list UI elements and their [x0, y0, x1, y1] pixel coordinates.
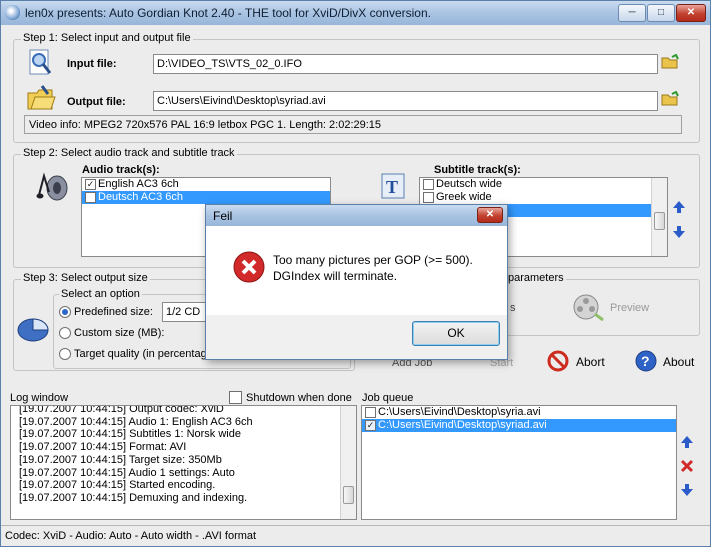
- dialog-close-button[interactable]: ✕: [477, 207, 503, 223]
- svg-text:T: T: [386, 177, 398, 197]
- list-item[interactable]: ✓ C:\Users\Eivind\Desktop\syriad.avi: [362, 419, 676, 432]
- log-list[interactable]: [19.07.2007 10:44:15] Output codec: XviD…: [10, 405, 357, 520]
- log-line: [19.07.2007 10:44:15] Audio 1 settings: …: [19, 466, 235, 479]
- checkbox[interactable]: ✓: [365, 420, 376, 431]
- log-line: [19.07.2007 10:44:15] Audio 1: English A…: [19, 415, 253, 428]
- input-file-field[interactable]: D:\VIDEO_TS\VTS_02_0.IFO: [153, 54, 658, 74]
- output-file-label: Output file:: [67, 96, 126, 108]
- step2-label: Step 2: Select audio track and subtitle …: [21, 147, 237, 159]
- log-line: [19.07.2007 10:44:15] Format: AVI: [19, 441, 187, 454]
- preview-button[interactable]: Preview: [610, 302, 649, 314]
- app-icon: [5, 5, 20, 20]
- settings-fragment: s: [510, 302, 516, 314]
- error-message-line2: DGIndex will terminate.: [273, 269, 398, 283]
- scroll-thumb[interactable]: [654, 212, 665, 230]
- dialog-title: Feil: [213, 209, 233, 223]
- abort-icon[interactable]: [547, 350, 569, 372]
- list-item[interactable]: ✓ English AC3 6ch: [82, 178, 330, 191]
- title-bar[interactable]: len0x presents: Auto Gordian Knot 2.40 -…: [1, 1, 710, 25]
- queue-delete-icon[interactable]: [680, 459, 694, 473]
- ok-button[interactable]: OK: [412, 321, 500, 346]
- move-up-arrow-icon[interactable]: [672, 200, 686, 214]
- input-file-icon[interactable]: [28, 49, 54, 77]
- list-item[interactable]: Greek wide: [420, 191, 667, 204]
- job-queue-list[interactable]: C:\Users\Eivind\Desktop\syria.avi ✓ C:\Us…: [361, 405, 677, 520]
- custom-size-radio[interactable]: [59, 327, 71, 339]
- target-quality-radio[interactable]: [59, 348, 71, 360]
- step3-label: Step 3: Select output size: [21, 272, 150, 284]
- maximize-button[interactable]: □: [647, 4, 675, 22]
- log-line: [19.07.2007 10:44:15] Target size: 350Mb: [19, 453, 222, 466]
- checkbox[interactable]: [423, 192, 434, 203]
- list-item[interactable]: Deutsch wide: [420, 178, 667, 191]
- svg-text:?: ?: [641, 353, 650, 369]
- status-bar: Codec: XviD - Audio: Auto - Auto width -…: [1, 525, 710, 546]
- checkbox[interactable]: [85, 192, 96, 203]
- list-item[interactable]: C:\Users\Eivind\Desktop\syria.avi: [362, 406, 676, 419]
- subtitle-tracks-label: Subtitle track(s):: [434, 164, 521, 176]
- parameters-label: parameters: [506, 272, 566, 284]
- scroll-thumb[interactable]: [343, 486, 354, 504]
- error-icon: [233, 251, 265, 283]
- status-text: Codec: XviD - Audio: Auto - Auto width -…: [5, 530, 257, 542]
- log-line: [19.07.2007 10:44:15] Started encoding.: [19, 479, 216, 492]
- list-item[interactable]: Deutsch AC3 6ch: [82, 191, 330, 204]
- log-line: [19.07.2007 10:44:15] Demuxing and index…: [19, 491, 248, 504]
- queue-up-arrow-icon[interactable]: [680, 435, 694, 449]
- window-title: len0x presents: Auto Gordian Knot 2.40 -…: [25, 6, 431, 20]
- subtitle-scrollbar[interactable]: [651, 178, 667, 256]
- open-folder-icon[interactable]: [661, 54, 679, 70]
- log-line: [19.07.2007 10:44:15] Output codec: XviD: [19, 405, 224, 415]
- video-info-panel: Video info: MPEG2 720x576 PAL 16:9 letbo…: [24, 115, 682, 134]
- pie-size-icon: [17, 318, 49, 342]
- shutdown-checkbox[interactable]: [229, 391, 242, 404]
- step1-label: Step 1: Select input and output file: [21, 32, 193, 44]
- target-quality-label: Target quality (in percentage: [74, 348, 213, 360]
- checkbox[interactable]: ✓: [85, 179, 96, 190]
- option-group-label: Select an option: [59, 288, 142, 300]
- audio-tracks-label: Audio track(s):: [82, 164, 160, 176]
- close-button[interactable]: ✕: [676, 4, 706, 22]
- checkbox[interactable]: [365, 407, 376, 418]
- queue-down-arrow-icon[interactable]: [680, 483, 694, 497]
- film-reel-icon[interactable]: [571, 292, 605, 322]
- move-down-arrow-icon[interactable]: [672, 225, 686, 239]
- job-queue-title: Job queue: [362, 392, 414, 404]
- abort-button[interactable]: Abort: [576, 355, 605, 369]
- custom-size-label: Custom size (MB):: [74, 327, 165, 339]
- predefined-size-label: Predefined size:: [74, 306, 153, 318]
- log-window-title: Log window: [10, 392, 69, 404]
- input-file-label: Input file:: [67, 58, 117, 70]
- audio-icon: [36, 172, 68, 201]
- minimize-button[interactable]: ─: [618, 4, 646, 22]
- log-line: [19.07.2007 10:44:15] Subtitles 1: Norsk…: [19, 428, 241, 441]
- error-dialog: Feil ✕ Too many pictures per GOP (>= 500…: [205, 204, 508, 360]
- help-icon[interactable]: ?: [635, 350, 657, 372]
- shutdown-label: Shutdown when done: [246, 392, 352, 404]
- dialog-title-bar[interactable]: Feil ✕: [206, 205, 507, 226]
- output-file-icon[interactable]: [26, 84, 56, 112]
- checkbox[interactable]: [423, 179, 434, 190]
- predefined-size-radio[interactable]: [59, 306, 71, 318]
- save-folder-icon[interactable]: [661, 91, 679, 107]
- subtitle-icon: T: [381, 173, 405, 199]
- log-scrollbar[interactable]: [340, 406, 356, 519]
- output-file-field[interactable]: C:\Users\Eivind\Desktop\syriad.avi: [153, 91, 658, 111]
- about-button[interactable]: About: [663, 355, 694, 369]
- error-message-line1: Too many pictures per GOP (>= 500).: [273, 253, 473, 267]
